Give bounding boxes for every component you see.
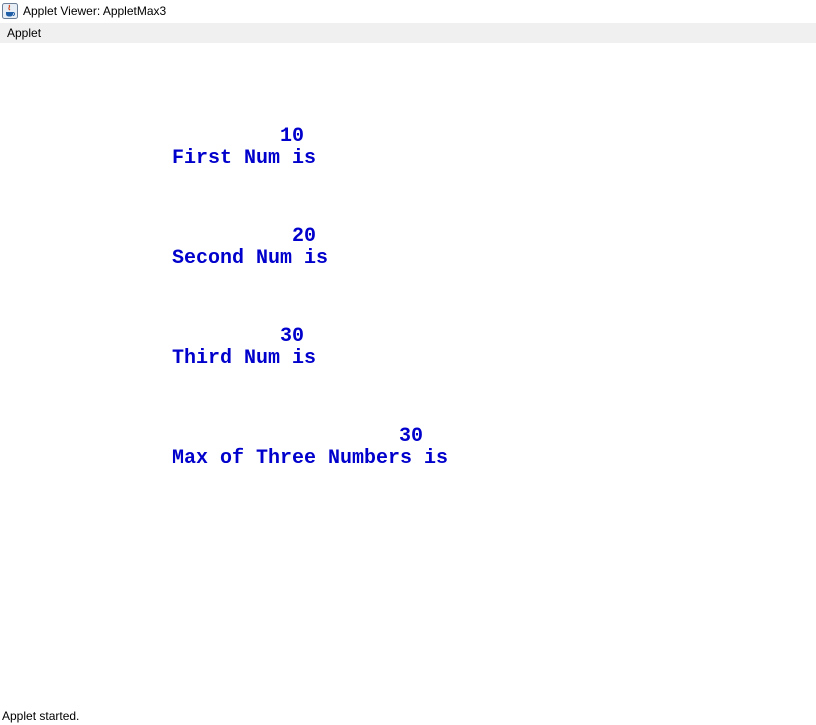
first-num-label: First Num is <box>172 147 317 170</box>
status-bar: Applet started. <box>0 706 816 725</box>
max-num-line: Max of Three Numbers is 30 <box>100 426 448 514</box>
window-title: Applet Viewer: AppletMax3 <box>23 4 167 18</box>
java-cup-icon <box>2 3 18 19</box>
third-num-value: 30 <box>280 325 305 348</box>
menu-applet[interactable]: Applet <box>1 23 47 43</box>
max-num-label: Max of Three Numbers is <box>172 447 449 470</box>
third-num-line: Third Num is 30 <box>100 326 316 414</box>
title-bar[interactable]: Applet Viewer: AppletMax3 <box>0 0 816 23</box>
applet-canvas: First Num is 10 Second Num is 20 Third N… <box>0 43 816 703</box>
first-num-line: First Num is 10 <box>100 126 316 214</box>
applet-viewer-window: Applet Viewer: AppletMax3 Applet First N… <box>0 0 816 725</box>
first-num-value: 10 <box>280 125 305 148</box>
menu-bar: Applet <box>0 23 816 43</box>
status-text: Applet started. <box>2 709 80 723</box>
second-num-label: Second Num is <box>172 247 329 270</box>
second-num-line: Second Num is 20 <box>100 226 328 314</box>
third-num-label: Third Num is <box>172 347 317 370</box>
second-num-value: 20 <box>292 225 317 248</box>
max-num-value: 30 <box>399 425 424 448</box>
